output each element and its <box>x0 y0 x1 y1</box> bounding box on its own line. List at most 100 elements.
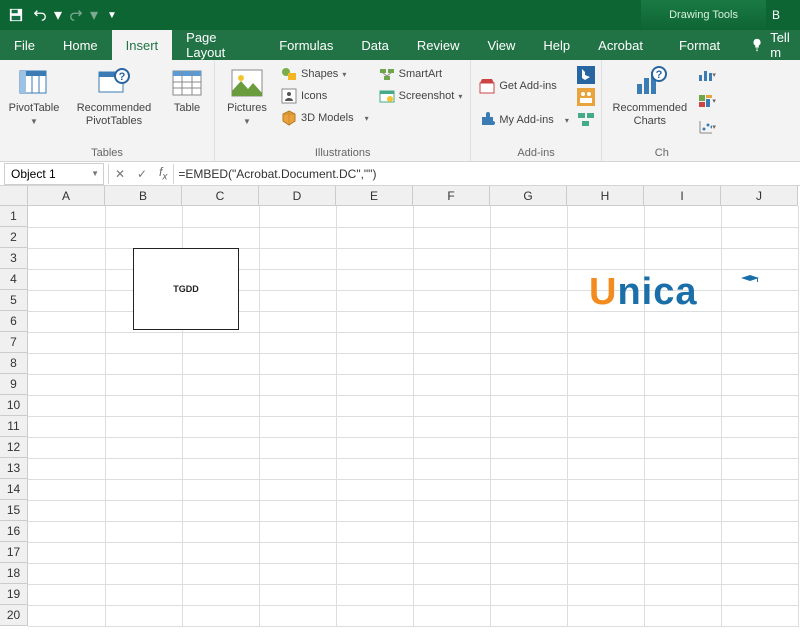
cell[interactable] <box>567 416 644 437</box>
cell[interactable] <box>413 248 490 269</box>
cell[interactable] <box>644 416 721 437</box>
cell[interactable] <box>259 584 336 605</box>
cell[interactable] <box>567 500 644 521</box>
redo-icon[interactable] <box>65 4 87 26</box>
icons-button[interactable]: Icons <box>279 86 371 106</box>
cell[interactable] <box>644 521 721 542</box>
cell[interactable] <box>490 521 567 542</box>
cell[interactable] <box>721 479 798 500</box>
cell[interactable] <box>105 332 182 353</box>
cell[interactable] <box>644 353 721 374</box>
cell[interactable] <box>182 521 259 542</box>
cell[interactable] <box>721 563 798 584</box>
cell[interactable] <box>105 542 182 563</box>
cell[interactable] <box>28 290 105 311</box>
cell[interactable] <box>259 311 336 332</box>
cell[interactable] <box>259 542 336 563</box>
cell[interactable] <box>567 332 644 353</box>
cell[interactable] <box>721 584 798 605</box>
cell[interactable] <box>567 311 644 332</box>
cell[interactable] <box>413 311 490 332</box>
cell[interactable] <box>567 227 644 248</box>
col-header[interactable]: D <box>259 186 336 206</box>
cell[interactable] <box>105 395 182 416</box>
cell[interactable] <box>259 500 336 521</box>
cell[interactable] <box>259 458 336 479</box>
cell[interactable] <box>182 206 259 227</box>
cell[interactable] <box>28 248 105 269</box>
cell[interactable] <box>567 479 644 500</box>
tab-acrobat[interactable]: Acrobat <box>584 30 657 60</box>
cell[interactable] <box>644 395 721 416</box>
row-header[interactable]: 6 <box>0 311 28 332</box>
cell[interactable] <box>105 563 182 584</box>
undo-dropdown-icon[interactable]: ▾ <box>53 4 63 26</box>
cell[interactable] <box>413 227 490 248</box>
cell[interactable] <box>28 479 105 500</box>
cell[interactable] <box>567 521 644 542</box>
cell[interactable] <box>259 437 336 458</box>
cell[interactable] <box>721 437 798 458</box>
cell[interactable] <box>28 563 105 584</box>
cell[interactable] <box>182 458 259 479</box>
cell[interactable] <box>413 416 490 437</box>
cell[interactable] <box>336 437 413 458</box>
cell[interactable] <box>259 395 336 416</box>
worksheet-grid[interactable]: ABCDEFGHIJ 12345678910111213141516171819… <box>0 186 800 640</box>
row-header[interactable]: 5 <box>0 290 28 311</box>
cell[interactable] <box>721 542 798 563</box>
cell[interactable] <box>336 500 413 521</box>
row-headers[interactable]: 1234567891011121314151617181920 <box>0 206 28 640</box>
pivottable-button[interactable]: PivotTable▼ <box>6 62 62 127</box>
cell[interactable] <box>336 290 413 311</box>
cell[interactable] <box>336 521 413 542</box>
cell[interactable] <box>490 353 567 374</box>
cell[interactable] <box>413 605 490 626</box>
cell[interactable] <box>336 584 413 605</box>
pictures-button[interactable]: Pictures▼ <box>221 62 273 127</box>
cell[interactable] <box>259 374 336 395</box>
cell[interactable] <box>259 290 336 311</box>
cell[interactable] <box>336 479 413 500</box>
row-header[interactable]: 10 <box>0 395 28 416</box>
cell[interactable] <box>336 269 413 290</box>
cell[interactable] <box>644 437 721 458</box>
cell[interactable] <box>644 479 721 500</box>
cell[interactable] <box>105 500 182 521</box>
column-headers[interactable]: ABCDEFGHIJ <box>28 186 800 206</box>
cell[interactable] <box>28 584 105 605</box>
cell[interactable] <box>567 563 644 584</box>
cell[interactable] <box>182 479 259 500</box>
tab-insert[interactable]: Insert <box>112 30 173 60</box>
cell[interactable] <box>28 311 105 332</box>
cell[interactable] <box>413 542 490 563</box>
cell[interactable] <box>182 374 259 395</box>
tab-data[interactable]: Data <box>347 30 402 60</box>
row-header[interactable]: 11 <box>0 416 28 437</box>
cell[interactable] <box>721 227 798 248</box>
cell[interactable] <box>721 332 798 353</box>
cell[interactable] <box>567 374 644 395</box>
cell[interactable] <box>105 479 182 500</box>
cell[interactable] <box>259 269 336 290</box>
row-header[interactable]: 17 <box>0 542 28 563</box>
cell[interactable] <box>336 332 413 353</box>
cell[interactable] <box>259 479 336 500</box>
cell[interactable] <box>490 248 567 269</box>
cell[interactable] <box>490 311 567 332</box>
cell[interactable] <box>336 563 413 584</box>
cell[interactable] <box>567 353 644 374</box>
cell[interactable] <box>490 395 567 416</box>
cell[interactable] <box>259 521 336 542</box>
cell[interactable] <box>567 206 644 227</box>
smartart-button[interactable]: SmartArt <box>377 64 465 84</box>
cell[interactable] <box>413 269 490 290</box>
col-header[interactable]: E <box>336 186 413 206</box>
cell[interactable] <box>28 353 105 374</box>
cell[interactable] <box>721 311 798 332</box>
fx-icon[interactable]: fx <box>153 165 173 182</box>
cell[interactable] <box>490 206 567 227</box>
cell[interactable] <box>182 437 259 458</box>
row-header[interactable]: 19 <box>0 584 28 605</box>
cell[interactable] <box>721 206 798 227</box>
